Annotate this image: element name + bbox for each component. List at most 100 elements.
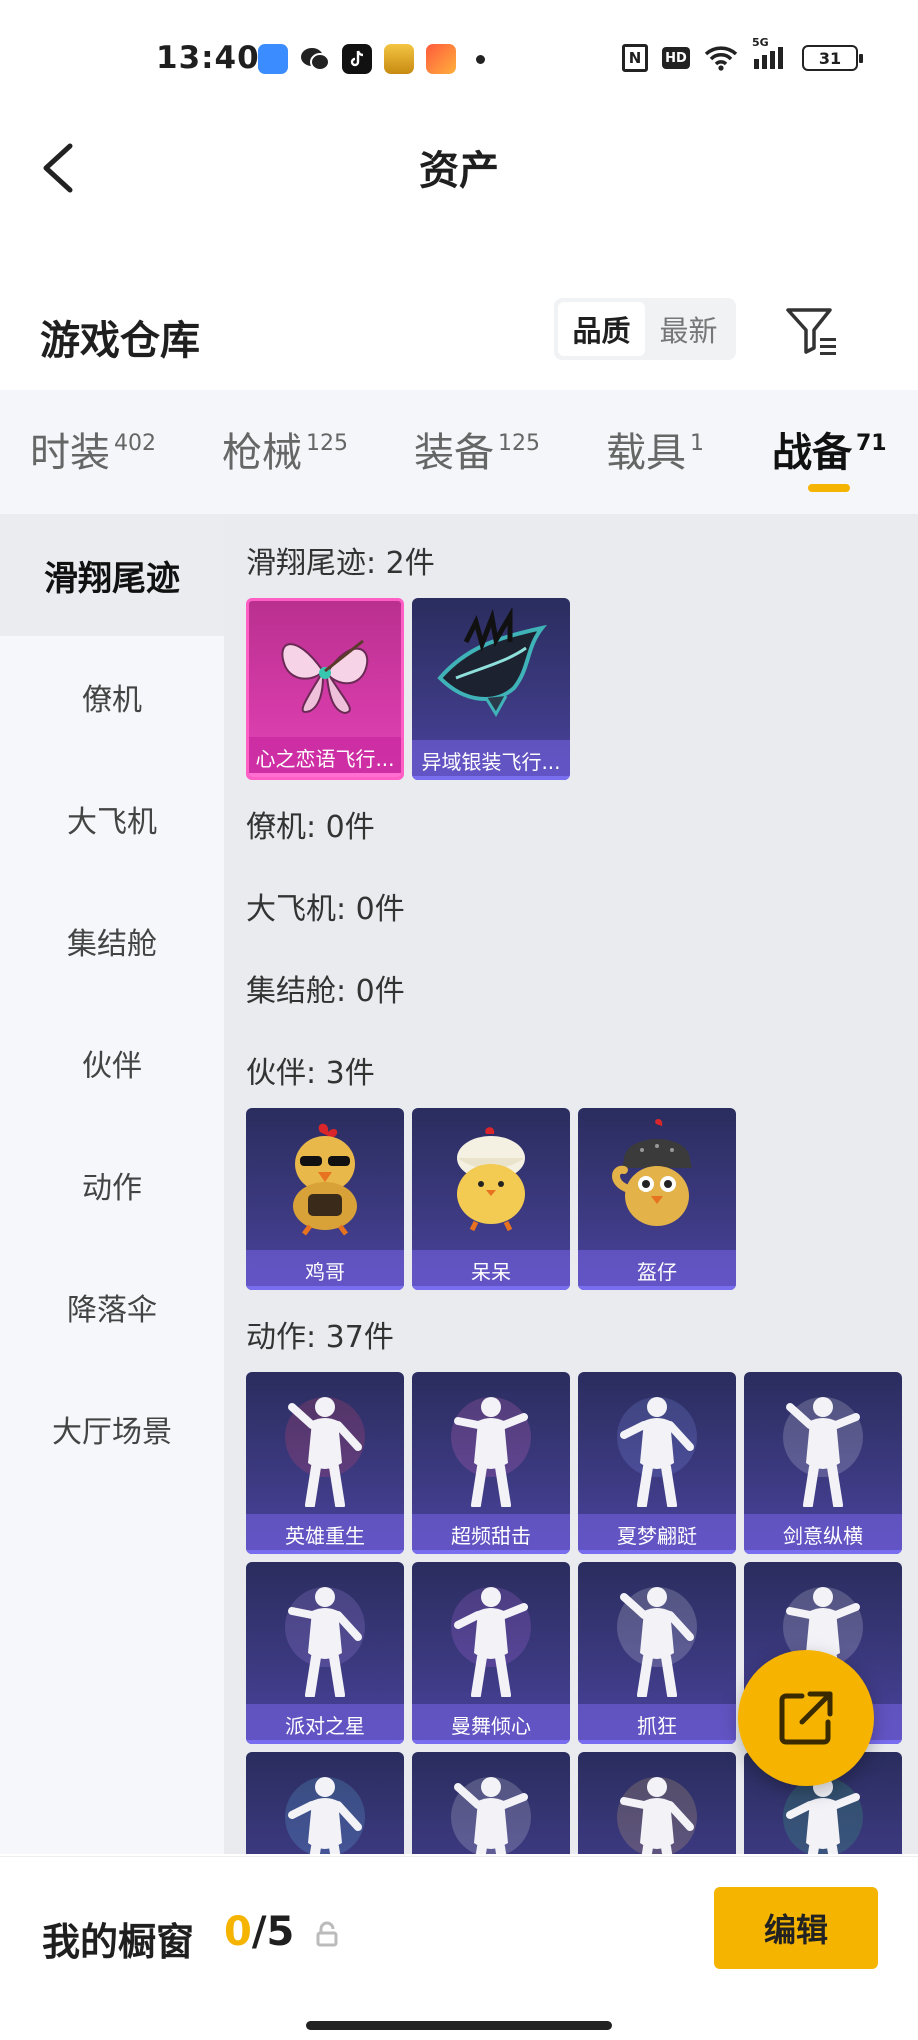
- rarity-stripe: [249, 773, 401, 777]
- sidebar-item-wingman[interactable]: 僚机: [0, 636, 224, 758]
- sidebar-item-parachute[interactable]: 降落伞: [0, 1246, 224, 1368]
- showcase-bar: 我的橱窗 0/5 编辑: [0, 1856, 918, 2040]
- sidebar-item-glide-trail[interactable]: 滑翔尾迹: [0, 514, 224, 636]
- tab-weapons[interactable]: 枪械 125: [222, 420, 348, 478]
- emote-pose-icon: [246, 1562, 404, 1702]
- dragon-glider-icon: [412, 598, 570, 738]
- tab-count: 402: [114, 431, 156, 456]
- showcase-total: /5: [251, 1909, 295, 1955]
- item-name: 呆呆: [412, 1250, 570, 1290]
- sidebar-item-big-plane[interactable]: 大飞机: [0, 758, 224, 880]
- network-type-label: 5G: [752, 36, 769, 49]
- rarity-stripe: [246, 1740, 404, 1744]
- screen: 13:40 N HD 5G 31 资产 游戏仓库 品质 最新 时装 402 枪械…: [0, 0, 918, 2040]
- emote-pose-icon: [246, 1372, 404, 1512]
- page-title: 资产: [419, 148, 499, 194]
- item-name: 盔仔: [578, 1250, 736, 1290]
- rarity-stripe: [412, 1740, 570, 1744]
- section-title-wingman: 僚机: 0件: [246, 810, 375, 845]
- app-notification-icon: [258, 44, 288, 74]
- nfc-icon: N: [622, 44, 648, 72]
- section-title-big-plane: 大飞机: 0件: [246, 892, 405, 927]
- emote-pose-icon: [578, 1372, 736, 1512]
- chick-partner-icon: [412, 1108, 570, 1248]
- item-card[interactable]: [578, 1752, 736, 1854]
- status-bar: 13:40 N HD 5G 31: [0, 0, 918, 120]
- emote-pose-icon: [412, 1752, 570, 1854]
- item-card[interactable]: 剑意纵横: [744, 1372, 902, 1554]
- system-icons: N HD 5G 31: [622, 36, 863, 72]
- item-name: 英雄重生: [246, 1514, 404, 1554]
- rarity-stripe: [412, 1550, 570, 1554]
- rarity-stripe: [578, 1286, 736, 1290]
- item-card[interactable]: 鸡哥: [246, 1108, 404, 1290]
- item-card[interactable]: [412, 1752, 570, 1854]
- wechat-icon: [300, 44, 330, 74]
- section-title-partner: 伙伴: 3件: [246, 1056, 375, 1091]
- tab-equipment[interactable]: 装备 125: [414, 420, 540, 478]
- hd-icon: HD: [662, 47, 690, 69]
- notification-icons: [258, 44, 485, 74]
- rarity-stripe: [744, 1550, 902, 1554]
- home-indicator: [306, 2021, 612, 2030]
- tab-label: 枪械: [222, 430, 302, 476]
- rarity-stripe: [246, 1286, 404, 1290]
- edit-button[interactable]: 编辑: [714, 1887, 878, 1969]
- share-icon: [779, 1691, 833, 1745]
- item-card[interactable]: 盔仔: [578, 1108, 736, 1290]
- emote-pose-icon: [412, 1562, 570, 1702]
- sort-option-quality[interactable]: 品质: [558, 302, 645, 356]
- game-app-icon-2: [426, 44, 456, 74]
- tab-count: 125: [306, 431, 348, 456]
- tab-supplies[interactable]: 战备 71: [772, 420, 887, 478]
- butterfly-glider-icon: [249, 601, 401, 741]
- item-name: 夏梦翩跹: [578, 1514, 736, 1554]
- tab-count: 71: [856, 431, 887, 456]
- item-card[interactable]: 抓狂: [578, 1562, 736, 1744]
- item-name: 派对之星: [246, 1704, 404, 1744]
- sidebar-item-lobby-scene[interactable]: 大厅场景: [0, 1368, 224, 1490]
- tab-vehicles[interactable]: 载具 1: [606, 420, 704, 478]
- item-card[interactable]: 英雄重生: [246, 1372, 404, 1554]
- section-title-pod: 集结舱: 0件: [246, 974, 405, 1009]
- sort-option-newest[interactable]: 最新: [645, 302, 732, 356]
- active-tab-indicator: [808, 484, 850, 492]
- lock-icon: [316, 1921, 338, 1947]
- game-app-icon: [384, 44, 414, 74]
- sidebar-item-pod[interactable]: 集结舱: [0, 880, 224, 1002]
- rarity-stripe: [246, 1550, 404, 1554]
- cellular-signal-icon: 5G: [752, 36, 788, 72]
- emote-pose-icon: [578, 1562, 736, 1702]
- item-card[interactable]: 派对之星: [246, 1562, 404, 1744]
- item-name: 剑意纵横: [744, 1514, 902, 1554]
- tab-count: 1: [690, 431, 704, 456]
- sort-toggle: 品质 最新: [554, 298, 736, 360]
- tab-fashion[interactable]: 时装 402: [30, 420, 156, 478]
- item-card[interactable]: 心之恋语飞行...: [246, 598, 404, 780]
- section-title-emote: 动作: 37件: [246, 1320, 394, 1355]
- share-fab-button[interactable]: [738, 1650, 874, 1786]
- item-card[interactable]: 曼舞倾心: [412, 1562, 570, 1744]
- chicken-partner-icon: [246, 1108, 404, 1248]
- filter-icon: [786, 308, 836, 355]
- warehouse-title: 游戏仓库: [40, 318, 200, 364]
- item-name: 超频甜击: [412, 1514, 570, 1554]
- status-time: 13:40: [156, 40, 260, 76]
- battery-icon: 31: [802, 45, 863, 71]
- tab-label: 战备: [772, 430, 852, 476]
- subcategory-sidebar: 滑翔尾迹 僚机 大飞机 集结舱 伙伴 动作 降落伞 大厅场景: [0, 514, 224, 1854]
- emote-pose-icon: [246, 1752, 404, 1854]
- item-name: 曼舞倾心: [412, 1704, 570, 1744]
- item-card[interactable]: 夏梦翩跹: [578, 1372, 736, 1554]
- filter-button[interactable]: [782, 302, 840, 360]
- nav-bar: 资产: [0, 120, 918, 250]
- item-card[interactable]: [246, 1752, 404, 1854]
- item-name: 心之恋语飞行...: [249, 737, 401, 777]
- sidebar-item-emote[interactable]: 动作: [0, 1124, 224, 1246]
- item-card[interactable]: 超频甜击: [412, 1372, 570, 1554]
- showcase-count: 0/5: [224, 1909, 294, 1955]
- sidebar-item-partner[interactable]: 伙伴: [0, 1002, 224, 1124]
- item-name: 异域银装飞行...: [412, 740, 570, 780]
- item-card[interactable]: 异域银装飞行...: [412, 598, 570, 780]
- item-card[interactable]: 呆呆: [412, 1108, 570, 1290]
